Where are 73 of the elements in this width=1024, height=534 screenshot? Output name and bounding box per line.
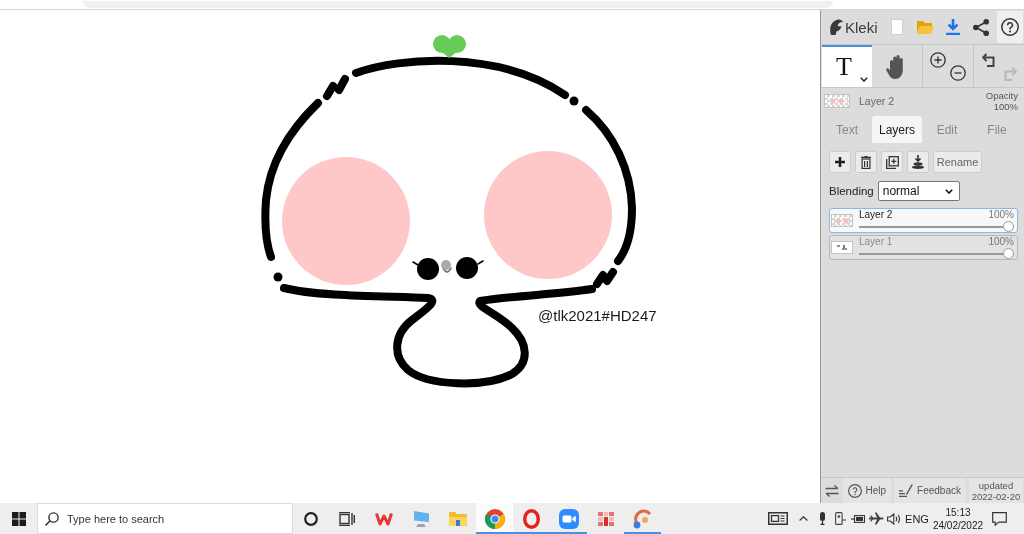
blending-select[interactable]: normal [877,181,960,201]
speaker-icon[interactable] [887,512,901,525]
clock-time[interactable]: 15:13 [945,505,971,519]
layer-name: Layer 2 [859,95,895,107]
layer-thumbnail [831,241,853,254]
text-tool-button[interactable]: T [822,45,872,87]
search-bar[interactable]: Type here to search [37,503,293,534]
slider-thumb[interactable] [1003,248,1014,259]
search-icon [45,511,59,526]
help-icon[interactable] [1001,18,1019,36]
airplane-icon[interactable] [868,512,884,525]
updated-label: updated [978,479,1014,491]
delete-layer-button[interactable] [855,151,877,173]
slider-thumb[interactable] [1003,221,1014,232]
opacity-label: Opacity [985,90,1018,101]
caret-icon [860,77,868,82]
folder-icon [448,511,467,526]
opacity-value: 100% [993,101,1018,112]
ring-icon [523,508,540,529]
task-view-icon [339,511,355,526]
monitor-icon [412,510,429,527]
clock-date[interactable]: 24/02/2022 [932,518,984,532]
chevron-up-icon[interactable] [798,516,808,521]
caret-icon [944,188,953,194]
plus-icon [835,157,845,167]
add-layer-button[interactable] [829,151,851,173]
help-button[interactable] [997,11,1023,43]
logo-text: Kleki [845,18,878,36]
grid-icon [597,511,614,526]
layer-thumbnail [831,214,853,227]
layer-name: Layer 2 [858,209,894,221]
merge-down-button[interactable] [907,151,929,173]
battery-icon[interactable] [851,514,865,523]
blending-label: Blending [829,185,874,197]
microphone-icon[interactable] [818,512,826,525]
trash-icon [861,155,871,169]
notification-icon[interactable] [991,511,1007,526]
signature-text: @tlk2021#HD247 [538,307,657,324]
help-icon[interactable] [847,483,862,498]
language-indicator[interactable]: ENG [903,512,931,525]
app-logo-icon [374,511,393,526]
zoom-out-icon[interactable] [950,65,966,81]
feedback-button[interactable]: Feedback [894,478,966,503]
help-button[interactable]: Help [842,478,892,503]
video-camera-icon [558,508,579,529]
pen-lines-icon [899,484,914,497]
merge-down-icon [912,155,924,169]
layer-opacity: 100% [988,236,1014,248]
hand-icon [885,55,903,79]
swap-icon[interactable] [824,484,839,497]
zoom-in-icon[interactable] [930,52,946,68]
start-icon[interactable] [11,511,26,526]
duplicate-layer-button[interactable] [881,151,903,173]
duplicate-icon [885,155,899,169]
layer-thumbnail [824,94,850,108]
search-field[interactable]: Type here to search [67,512,267,525]
logo-icon [829,19,843,35]
layer-row[interactable]: Layer 1 100% [829,235,1018,260]
palette-icon [632,508,653,529]
newspaper-icon[interactable] [768,512,788,525]
download-icon[interactable] [946,19,960,35]
version-info[interactable]: updated 2022-02-20 [969,478,1023,503]
share-icon[interactable] [973,18,989,36]
browser-icon [484,508,505,529]
layer-opacity: 100% [988,209,1014,221]
device-icon[interactable] [834,512,846,525]
layer-name: Layer 1 [858,236,894,248]
circle-icon [304,511,318,526]
layer-row[interactable]: Layer 2 100% [829,208,1018,233]
panel-tab[interactable]: Layers [872,116,922,143]
rename-button[interactable]: Rename [933,151,982,173]
updated-date: 2022-02-20 [971,490,1021,502]
undo-icon[interactable] [982,53,995,67]
